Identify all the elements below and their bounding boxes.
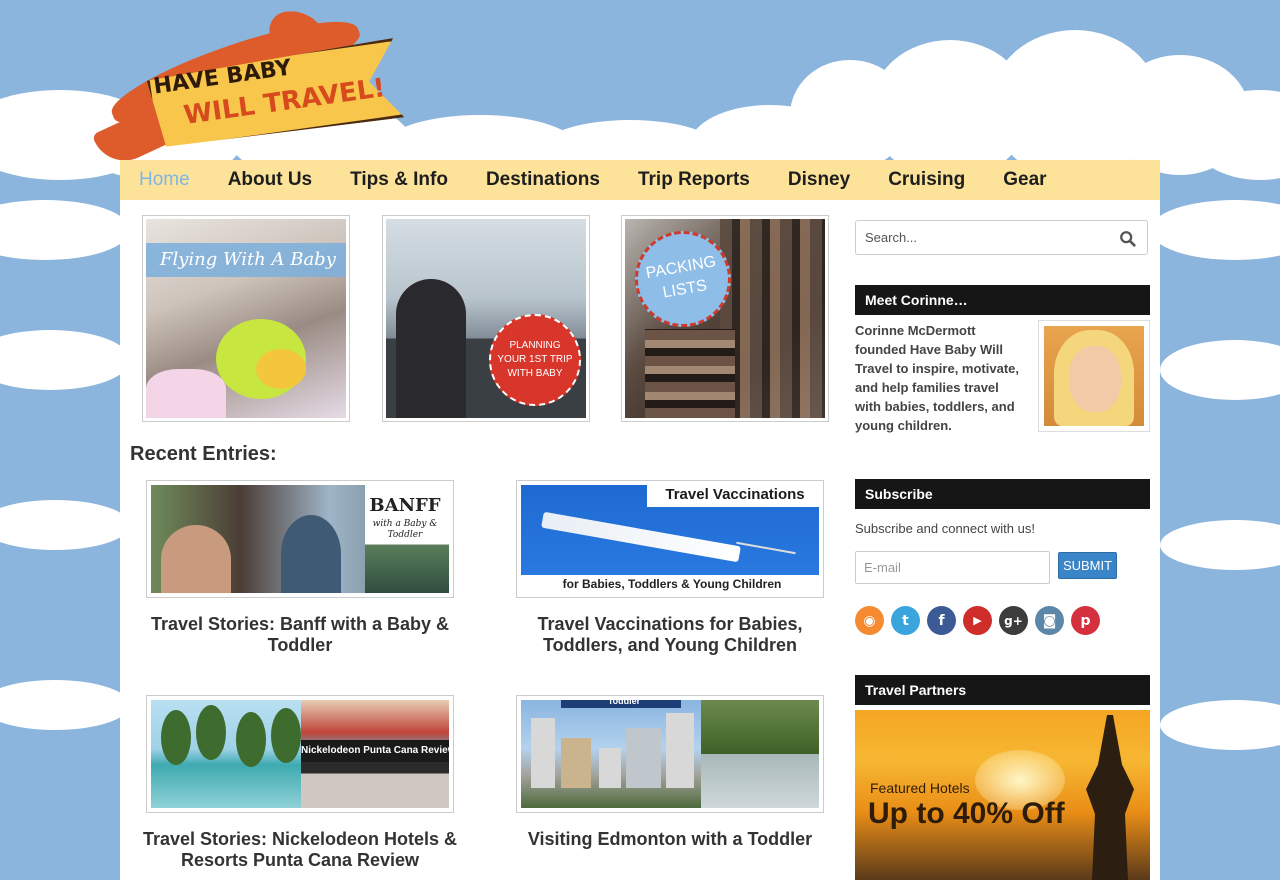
nav-disney[interactable]: Disney [788, 169, 850, 191]
instagram-icon[interactable]: ◙ [1035, 606, 1064, 635]
nav-tips-info[interactable]: Tips & Info [350, 169, 448, 191]
submit-button[interactable]: SUBMIT [1058, 552, 1117, 579]
nav-cruising[interactable]: Cruising [888, 169, 965, 191]
entry-title-link[interactable]: Travel Stories: Nickelodeon Hotels & Res… [130, 829, 470, 871]
featured-image: Flying With A Baby [146, 219, 346, 418]
main-content: Flying With A Baby PLANNING YOUR 1ST TRI… [120, 200, 1160, 880]
subscribe-text: Subscribe and connect with us! [855, 521, 1035, 536]
nav-trip-reports[interactable]: Trip Reports [638, 169, 750, 191]
thumb-text: BANFF [369, 495, 441, 516]
search-icon[interactable] [1119, 230, 1137, 248]
site-logo[interactable]: HAVE BABY WILL TRAVEL! [91, 2, 415, 172]
nav-gear[interactable]: Gear [1003, 169, 1046, 191]
ad-line2: Up to 40% Off [868, 797, 1065, 830]
thumb-subtext: with a Baby & Toddler [372, 519, 438, 540]
thumb-text: Nickelodeon Punta Cana Review [301, 740, 449, 762]
thumb-text: Toddler [561, 700, 681, 708]
email-field[interactable] [855, 551, 1050, 584]
featured-flying-with-baby[interactable]: Flying With A Baby [142, 215, 350, 422]
pinterest-icon[interactable]: p [1071, 606, 1100, 635]
google-plus-icon[interactable]: g+ [999, 606, 1028, 635]
entry-title-link[interactable]: Visiting Edmonton with a Toddler [500, 829, 840, 850]
entry-title-link[interactable]: Travel Vaccinations for Babies, Toddlers… [500, 614, 840, 656]
entry-thumbnail[interactable]: BANFF with a Baby & Toddler [146, 480, 454, 598]
subscribe-heading: Subscribe [855, 479, 1150, 509]
thumb-subtext: for Babies, Toddlers & Young Children [521, 575, 819, 593]
entry-card[interactable]: Toddler Visiting Edmonton with a Toddler [500, 695, 840, 850]
featured-overlay-text: Flying With A Baby [146, 243, 346, 277]
nav-home[interactable]: Home [139, 169, 190, 191]
partners-heading: Travel Partners [855, 675, 1150, 705]
entry-thumbnail[interactable]: Travel Vaccinations for Babies, Toddlers… [516, 480, 824, 598]
main-nav: Home About Us Tips & Info Destinations T… [120, 160, 1160, 200]
nav-about-us[interactable]: About Us [228, 169, 312, 191]
entry-card[interactable]: Nickelodeon Punta Cana Review Travel Sto… [130, 695, 470, 871]
featured-overlay-text: PLANNING YOUR 1ST TRIP WITH BABY [489, 314, 581, 406]
statue-image [1086, 715, 1134, 880]
ad-line1: Featured Hotels [870, 780, 970, 796]
entry-thumbnail[interactable]: Toddler [516, 695, 824, 813]
facebook-icon[interactable]: f [927, 606, 956, 635]
search-box [855, 220, 1148, 255]
thumb-text: Travel Vaccinations [647, 485, 819, 507]
avatar[interactable] [1038, 320, 1150, 432]
featured-packing-lists[interactable]: PACKING LISTS [621, 215, 829, 422]
entry-thumbnail[interactable]: Nickelodeon Punta Cana Review [146, 695, 454, 813]
entry-card[interactable]: BANFF with a Baby & Toddler Travel Stori… [130, 480, 470, 656]
recent-entries-heading: Recent Entries: [130, 443, 277, 465]
entry-card[interactable]: Travel Vaccinations for Babies, Toddlers… [500, 480, 840, 656]
featured-planning-first-trip[interactable]: PLANNING YOUR 1ST TRIP WITH BABY [382, 215, 590, 422]
search-input[interactable] [856, 221, 1106, 254]
featured-image: PLANNING YOUR 1ST TRIP WITH BABY [386, 219, 586, 418]
rss-icon[interactable]: ◉ [855, 606, 884, 635]
entry-title-link[interactable]: Travel Stories: Banff with a Baby & Todd… [130, 614, 470, 656]
about-bio: Corinne McDermott founded Have Baby Will… [855, 323, 1019, 433]
social-links: ◉ t f ▶ g+ ◙ p [855, 606, 1107, 635]
youtube-icon[interactable]: ▶ [963, 606, 992, 635]
meet-heading: Meet Corinne… [855, 285, 1150, 315]
partner-ad[interactable]: Featured Hotels Up to 40% Off [855, 710, 1150, 880]
featured-image: PACKING LISTS [625, 219, 825, 418]
twitter-icon[interactable]: t [891, 606, 920, 635]
nav-destinations[interactable]: Destinations [486, 169, 600, 191]
